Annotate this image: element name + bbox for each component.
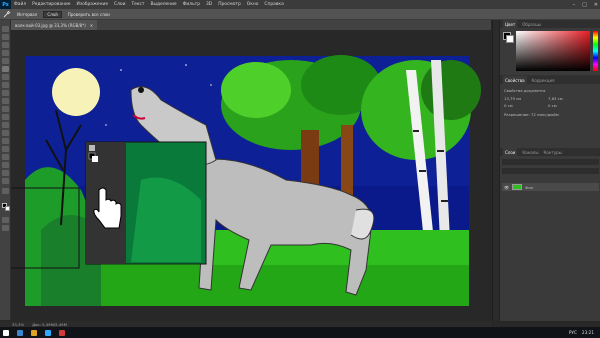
color-field[interactable]	[516, 31, 590, 71]
background-color-swatch[interactable]	[5, 206, 10, 211]
screen-mode-icon[interactable]	[2, 225, 9, 231]
layer-visibility-eye-icon[interactable]: 👁	[504, 185, 509, 190]
minimize-button[interactable]: –	[573, 2, 576, 8]
tab-swatches[interactable]: Образцы	[522, 22, 541, 27]
zoom-tool-icon[interactable]	[2, 178, 9, 184]
photoshop-taskbar-icon[interactable]	[45, 329, 51, 336]
gradient-tool-icon[interactable]	[2, 114, 9, 120]
tab-color[interactable]: Цвет	[503, 20, 518, 28]
menu-3d[interactable]: 3D	[203, 2, 215, 7]
move-tool-icon[interactable]	[2, 26, 9, 32]
history-brush-tool-icon[interactable]	[2, 98, 9, 104]
close-tab-icon[interactable]: ✕	[90, 23, 93, 28]
taskbar-app-icon[interactable]	[17, 329, 23, 336]
eyedropper-tool-icon[interactable]	[2, 66, 9, 72]
tab-layers[interactable]: Слои	[503, 148, 518, 156]
path-select-tool-icon[interactable]	[2, 154, 9, 160]
zoom-level[interactable]: 33,3%	[12, 322, 24, 327]
maximize-button[interactable]: □	[582, 2, 587, 8]
menu-window[interactable]: Окно	[244, 2, 262, 7]
windows-taskbar: РУС 23:21	[0, 327, 600, 338]
tab-paths[interactable]: Контуры	[543, 150, 561, 155]
menu-image[interactable]: Изображение	[73, 2, 111, 7]
language-indicator[interactable]: РУС	[569, 330, 577, 335]
type-tool-icon[interactable]	[2, 146, 9, 152]
eraser-tool-icon[interactable]	[2, 106, 9, 112]
hue-slider[interactable]	[593, 31, 598, 71]
window-controls: – □ ✕	[573, 0, 598, 9]
eyedropper-icon[interactable]	[3, 10, 11, 18]
menu-filter[interactable]: Фильтр	[180, 2, 203, 7]
prop-y[interactable]: 0 см	[548, 103, 557, 108]
prop-resolution: Разрешение: 72 пикс/дюйм	[504, 112, 559, 117]
quick-mask-icon[interactable]	[2, 217, 9, 223]
tab-channels[interactable]: Каналы	[522, 150, 538, 155]
canvas-workspace[interactable]	[0, 30, 492, 321]
system-tray: РУС 23:21	[569, 327, 594, 338]
properties-title: Свойства документа	[504, 88, 546, 93]
shape-tool-icon[interactable]	[2, 162, 9, 168]
menu-select[interactable]: Выделение	[147, 2, 179, 7]
tools-panel	[0, 20, 11, 320]
menu-text[interactable]: Текст	[128, 2, 147, 7]
menu-help[interactable]: Справка	[261, 2, 286, 7]
panel-icon-strip	[493, 20, 500, 321]
menu-edit[interactable]: Редактирование	[29, 2, 73, 7]
edit-toolbar-icon[interactable]	[2, 188, 9, 194]
clock[interactable]: 23:21	[582, 330, 594, 335]
layer-name[interactable]: Фон	[525, 185, 533, 190]
blend-mode-bar[interactable]	[502, 168, 599, 174]
tab-adjustments[interactable]: Коррекция	[532, 78, 555, 83]
clone-stamp-tool-icon[interactable]	[2, 90, 9, 96]
color-panel: Цвет Образцы	[500, 20, 600, 75]
prop-width[interactable]: 13,79 см	[504, 96, 521, 101]
menu-layers[interactable]: Слои	[111, 2, 128, 7]
hand-tool-icon[interactable]	[2, 170, 9, 176]
close-window-button[interactable]: ✕	[594, 2, 598, 8]
prop-x[interactable]: 0 см	[504, 103, 513, 108]
sample-size-select[interactable]: Слой	[43, 10, 62, 18]
layers-panel: Слои Каналы Контуры 👁 Фон	[500, 148, 600, 321]
moon	[52, 68, 100, 116]
layer-thumbnail	[512, 184, 523, 190]
panel-bg-swatch[interactable]	[506, 35, 514, 43]
document-tab-bar: волк-вой-03.jpg @ 33,3% (RGB/8*) ✕	[11, 20, 491, 30]
ratio-label: Интервал	[17, 11, 38, 17]
windows-start-icon[interactable]	[3, 329, 9, 336]
taskbar-app-icon-2[interactable]	[59, 329, 65, 336]
lasso-tool-icon[interactable]	[2, 42, 9, 48]
prop-height[interactable]: 7,63 см	[548, 96, 563, 101]
menu-bar: Ps Файл Редактирование Изображение Слои …	[0, 0, 600, 9]
tab-properties[interactable]: Свойства	[503, 76, 527, 84]
healing-brush-tool-icon[interactable]	[2, 74, 9, 80]
layer-row-background[interactable]: 👁 Фон	[502, 183, 599, 191]
crop-tool-icon[interactable]	[2, 58, 9, 64]
brush-tool-icon[interactable]	[2, 82, 9, 88]
sample-all-layers-checkbox[interactable]: Проверить все слои	[68, 12, 110, 17]
explorer-icon[interactable]	[31, 329, 37, 336]
layer-filter-bar[interactable]	[502, 159, 599, 165]
right-panels: Цвет Образцы Свойства Коррекция Свойства…	[492, 20, 600, 321]
document-tab[interactable]: волк-вой-03.jpg @ 33,3% (RGB/8*) ✕	[11, 20, 98, 30]
dodge-tool-icon[interactable]	[2, 130, 9, 136]
pen-tool-icon[interactable]	[2, 138, 9, 144]
marquee-tool-icon[interactable]	[2, 34, 9, 40]
doc-info: Док: 5,49M/5,49M	[32, 321, 67, 327]
menu-file[interactable]: Файл	[11, 2, 29, 7]
photoshop-logo-icon[interactable]: Ps	[0, 0, 11, 9]
quick-select-tool-icon[interactable]	[2, 50, 9, 56]
document-canvas[interactable]	[0, 30, 492, 321]
options-bar: Интервал Слой Проверить все слои	[0, 9, 600, 20]
menu-view[interactable]: Просмотр	[215, 2, 244, 7]
blur-tool-icon[interactable]	[2, 122, 9, 128]
